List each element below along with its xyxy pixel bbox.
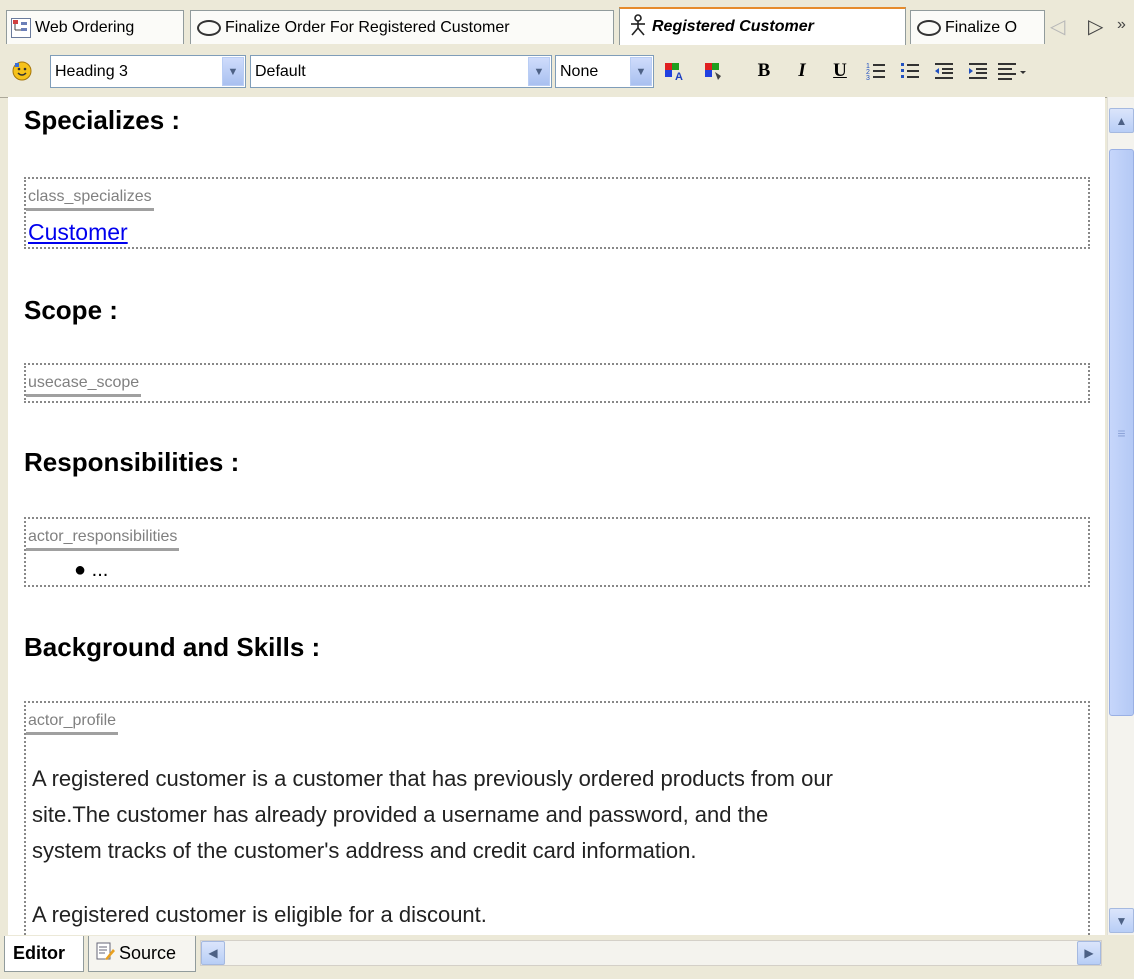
usecase-oval-icon [197,19,221,36]
field-class-specializes[interactable]: class_specializes Customer [24,177,1090,249]
tab-web-ordering[interactable]: Web Ordering [6,10,184,44]
indent-icon[interactable] [964,57,992,85]
tab-overflow-chevron-icon[interactable]: » [1117,16,1126,34]
horizontal-scrollbar[interactable]: ◀ ▶ [200,940,1102,966]
profile-paragraph: A registered customer is a customer that… [32,761,833,869]
actor-icon [628,13,648,41]
chevron-down-icon[interactable]: ▼ [528,57,550,86]
bullet-list-icon[interactable] [896,57,924,85]
editor-document[interactable]: Specializes : class_specializes Customer… [8,97,1105,935]
customer-link[interactable]: Customer [28,219,128,246]
italic-icon[interactable]: I [788,57,816,85]
font-size-value: None [560,62,599,80]
scroll-tabs-left-icon[interactable]: ◁ [1050,14,1065,39]
section-heading-background: Background and Skills : [24,632,321,662]
section-heading-specializes: Specializes : [24,105,181,135]
profile-paragraph-2: A registered customer is eligible for a … [32,902,487,927]
paragraph-style-value: Heading 3 [55,62,128,80]
tab-source[interactable]: Source [88,936,196,972]
paragraph-line: A registered customer is a customer that… [32,766,833,791]
tab-label: Finalize O [945,18,1018,36]
editor-mode-bar: Editor Source ◀ ▶ [0,935,1134,979]
scroll-up-icon[interactable]: ▲ [1109,108,1134,133]
smiley-help-icon[interactable] [8,57,36,85]
paragraph-line: site.The customer has already provided a… [32,802,769,827]
numbered-list-icon[interactable]: 123 [862,57,890,85]
field-tag: usecase_scope [26,374,142,397]
field-actor-responsibilities[interactable]: actor_responsibilities ● ... [24,517,1090,587]
field-tag: class_specializes [26,188,154,211]
vertical-scrollbar[interactable]: ▲ ≡ ▼ [1107,97,1134,935]
tab-finalize-order-registered[interactable]: Finalize Order For Registered Customer [190,10,614,44]
font-value: Default [255,62,306,80]
section-heading-responsibilities: Responsibilities : [24,447,240,477]
section-heading-scope: Scope : [24,295,118,325]
tab-editor[interactable]: Editor [4,936,84,972]
paragraph-style-select[interactable]: Heading 3 ▼ [50,55,246,88]
scroll-right-icon[interactable]: ▶ [1077,941,1101,965]
svg-text:3: 3 [866,75,870,82]
chevron-down-icon[interactable]: ▼ [630,57,652,86]
tab-registered-customer[interactable]: Registered Customer [619,7,906,45]
bold-icon[interactable]: B [750,57,778,85]
scrollbar-thumb[interactable]: ≡ [1109,149,1134,716]
usecase-oval-icon [917,19,941,36]
text-color-icon[interactable]: A [660,57,688,85]
field-tag: actor_profile [26,712,119,735]
field-usecase-scope[interactable]: usecase_scope [24,363,1090,403]
font-size-select[interactable]: None ▼ [555,55,654,88]
field-actor-profile[interactable]: actor_profile A registered customer is a… [24,701,1090,935]
diagram-icon [11,17,31,38]
outdent-icon[interactable] [930,57,958,85]
paragraph-line: system tracks of the customer's address … [32,838,697,863]
editor-tab-strip: Web Ordering Finalize Order For Register… [0,0,1134,47]
field-tag: actor_responsibilities [26,528,180,551]
font-select[interactable]: Default ▼ [250,55,552,88]
tab-label: Web Ordering [35,18,135,36]
background-color-icon[interactable] [700,57,728,85]
svg-text:A: A [675,71,683,82]
tab-source-label: Source [119,943,177,963]
tab-label: Finalize Order For Registered Customer [225,18,510,36]
source-pencil-icon [95,941,115,966]
underline-icon[interactable]: U [826,57,854,85]
format-toolbar: Heading 3 ▼ Default ▼ None ▼ A B I U 123 [0,47,1134,98]
list-item-text: ... [91,559,109,581]
tab-label: Registered Customer [652,18,814,35]
chevron-down-icon[interactable]: ▼ [222,57,244,86]
tab-editor-label: Editor [13,943,65,963]
scroll-tabs-right-icon[interactable]: ▷ [1088,14,1103,39]
list-item[interactable]: ● ... [74,559,108,582]
tab-finalize-o[interactable]: Finalize O [910,10,1045,44]
scroll-down-icon[interactable]: ▼ [1109,908,1134,933]
align-dropdown-icon[interactable] [994,57,1034,85]
scroll-left-icon[interactable]: ◀ [201,941,225,965]
